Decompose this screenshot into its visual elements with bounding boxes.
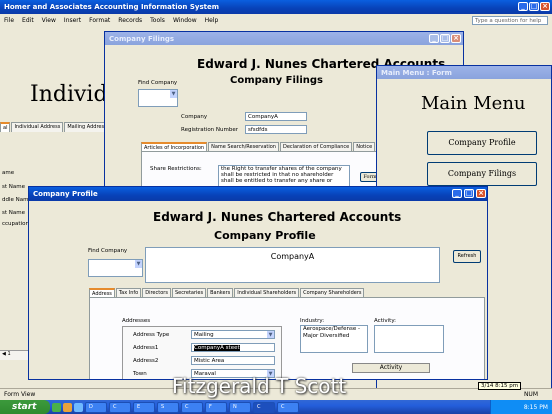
menu-view[interactable]: View: [38, 17, 60, 24]
profile-title-bar: Company Profile _ □ ×: [29, 187, 487, 201]
app-minimize-button[interactable]: _: [518, 2, 528, 11]
taskbar-button[interactable]: S: [157, 401, 179, 413]
taskbar-button-active[interactable]: C: [253, 401, 275, 413]
taskbar-button[interactable]: D: [85, 401, 107, 413]
individual-heading: Individ: [30, 82, 108, 107]
status-num: NUM: [523, 391, 538, 398]
filings-title-bar: Company Filings _ □ ×: [105, 32, 463, 45]
profile-maximize-button[interactable]: □: [464, 189, 474, 198]
taskbar-button[interactable]: F: [205, 401, 227, 413]
menu-format[interactable]: Format: [85, 17, 114, 24]
filings-reg-label: Registration Number: [181, 127, 239, 133]
filings-find-label: Find Company: [138, 80, 178, 86]
taskbar-button[interactable]: C: [277, 401, 299, 413]
start-button[interactable]: start: [0, 400, 50, 414]
watermark-text: Fitzgerald T Scott: [172, 374, 347, 398]
app-title-bar: Homer and Associates Accounting Informat…: [0, 0, 552, 14]
chevron-down-icon[interactable]: ▼: [170, 90, 177, 98]
quick-launch-desktop-icon[interactable]: [52, 402, 61, 412]
addresses-label: Addresses: [122, 318, 151, 324]
status-left: Form View: [4, 391, 36, 398]
help-search-input[interactable]: Type a question for help: [472, 16, 548, 25]
system-tray: 8:15 PM: [490, 400, 552, 414]
record-number[interactable]: 1: [7, 351, 10, 357]
address2-field[interactable]: Mistic Area: [191, 356, 275, 365]
address1-label: Address1: [133, 345, 159, 351]
filings-company-label: Company: [181, 114, 208, 120]
industry-list[interactable]: Aerospace/Defense - Major Diversified: [300, 325, 368, 353]
filings-close-button[interactable]: ×: [451, 34, 461, 43]
main-menu-heading: Main Menu: [421, 93, 526, 114]
start-label: start: [12, 402, 37, 412]
taskbar-button[interactable]: C: [181, 401, 203, 413]
menu-bar: File Edit View Insert Format Records Too…: [0, 14, 552, 26]
main-menu-title: Main Menu : Form: [381, 68, 452, 77]
quick-launch-ie-icon[interactable]: [74, 402, 83, 412]
label-last-name: st Name: [2, 210, 25, 216]
industry-item[interactable]: Major Diversified: [303, 333, 365, 340]
address1-value: CompanyA steet: [194, 345, 240, 351]
menu-insert[interactable]: Insert: [60, 17, 85, 24]
addresses-subform: Address Type Mailing ▼ Address1 CompanyA …: [122, 326, 282, 379]
taskbar: start D C E S C F N C C 8:15 PM: [0, 400, 552, 414]
tab-mailing-address[interactable]: Mailing Address: [64, 122, 110, 132]
activity-list[interactable]: [374, 325, 444, 353]
profile-close-button[interactable]: ×: [476, 189, 486, 198]
profile-find-company-combo[interactable]: ▼: [88, 259, 143, 277]
address-type-combo[interactable]: Mailing ▼: [191, 330, 275, 339]
profile-heading: Company Profile: [214, 229, 316, 242]
refresh-button[interactable]: Refresh: [453, 250, 481, 263]
industry-label: Industry:: [300, 318, 325, 324]
menu-records[interactable]: Records: [114, 17, 146, 24]
chevron-down-icon[interactable]: ▼: [135, 260, 142, 268]
address2-label: Address2: [133, 358, 159, 364]
tab-individual-address[interactable]: Individual Address: [11, 122, 64, 132]
activity-label: Activity:: [374, 318, 397, 324]
menu-help[interactable]: Help: [201, 17, 223, 24]
filings-title: Company Filings: [109, 34, 175, 43]
address-type-value: Mailing: [194, 332, 214, 338]
menu-file[interactable]: File: [0, 17, 18, 24]
company-display-field[interactable]: CompanyA: [145, 247, 440, 283]
filings-find-company-combo[interactable]: ▼: [138, 89, 178, 107]
company-profile-window: Company Profile _ □ × Edward J. Nunes Ch…: [28, 186, 488, 380]
taskbar-button[interactable]: C: [109, 401, 131, 413]
main-menu-title-bar: Main Menu : Form: [377, 66, 551, 79]
company-profile-button[interactable]: Company Profile: [427, 131, 537, 155]
activity-header: Activity: [352, 363, 430, 373]
tab-individual-partial[interactable]: al: [0, 122, 11, 132]
menu-window[interactable]: Window: [169, 17, 201, 24]
taskbar-button[interactable]: E: [133, 401, 155, 413]
app-title: Homer and Associates Accounting Informat…: [4, 3, 219, 11]
address-type-label: Address Type: [133, 332, 170, 338]
filings-heading: Company Filings: [230, 75, 323, 86]
address1-field[interactable]: CompanyA steet: [191, 343, 275, 352]
menu-edit[interactable]: Edit: [18, 17, 38, 24]
tray-clock[interactable]: 8:15 PM: [524, 404, 548, 411]
town-label: Town: [133, 371, 147, 377]
share-restrictions-label: Share Restrictions:: [150, 166, 202, 172]
label-name: ame: [2, 170, 15, 176]
chevron-down-icon[interactable]: ▼: [267, 331, 274, 338]
filings-company-field[interactable]: CompanyA: [245, 112, 307, 121]
industry-item[interactable]: Aerospace/Defense -: [303, 326, 365, 333]
menu-tools[interactable]: Tools: [146, 17, 169, 24]
quick-launch-firefox-icon[interactable]: [63, 402, 72, 412]
profile-tab-panel: Addresses Address Type Mailing ▼ Address1…: [89, 297, 485, 379]
label-first-name: st Name: [2, 184, 25, 190]
profile-title: Company Profile: [33, 190, 98, 198]
profile-find-label: Find Company: [88, 248, 128, 254]
app-maximize-button[interactable]: □: [529, 2, 539, 11]
filings-minimize-button[interactable]: _: [429, 34, 439, 43]
profile-minimize-button[interactable]: _: [452, 189, 462, 198]
label-occupation: ccupation: [2, 221, 29, 227]
app-close-button[interactable]: ×: [540, 2, 550, 11]
filings-maximize-button[interactable]: □: [440, 34, 450, 43]
company-filings-button[interactable]: Company Filings: [427, 162, 537, 186]
filings-reg-field[interactable]: sfsdfds: [245, 125, 307, 134]
clock-tooltip: 3/14 8:15 pm: [478, 382, 522, 390]
profile-org-title: Edward J. Nunes Chartered Accounts: [153, 210, 402, 224]
taskbar-button[interactable]: N: [229, 401, 251, 413]
